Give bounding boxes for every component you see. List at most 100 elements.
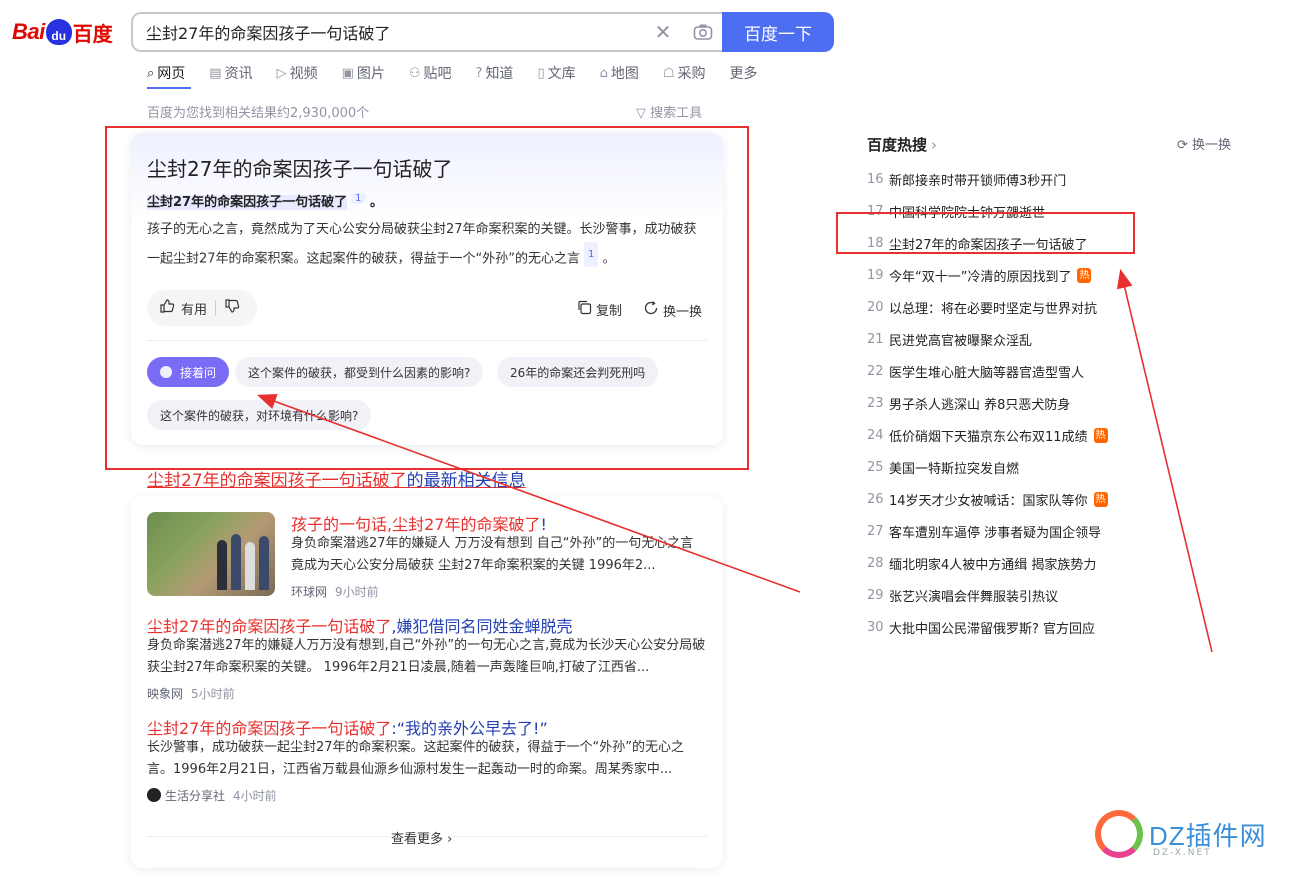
hot-item[interactable]: 30 大批中国公民滞留俄罗斯? 官方回应: [867, 611, 1108, 643]
news-time: 4小时前: [233, 789, 277, 803]
hot-item-text: 14岁天才少女被喊话：国家队等你: [889, 493, 1088, 509]
hot-item-text: 新郎接亲时带开锁师傅3秒开门: [889, 173, 1067, 189]
annotation-arrow: [1116, 268, 1213, 653]
hot-rank: 21: [867, 331, 884, 347]
hot-badge: 热: [1093, 491, 1108, 507]
hot-item-text: 缅北明家4人被中方通缉 揭家族势力: [889, 557, 1097, 573]
hot-item-text: 男子杀人逃深山 养8只恶犬防身: [889, 397, 1071, 413]
hot-item[interactable]: 27 客车遭别车逼停 涉事者疑为国企领导: [867, 515, 1108, 547]
result-count: 百度为您找到相关结果约2,930,000个: [147, 106, 370, 121]
hot-item-text: 张艺兴演唱会伴舞服装引热议: [889, 589, 1059, 605]
hot-rank: 25: [867, 459, 884, 475]
map-icon: ⌂: [599, 65, 608, 81]
tab-label: 视频: [289, 66, 318, 82]
hot-rank: 22: [867, 363, 884, 379]
baidu-logo[interactable]: Bai du 百度: [12, 14, 113, 50]
active-tab-indicator: [147, 87, 191, 89]
chevron-right-icon: ›: [931, 136, 938, 154]
refresh-icon: ⟳: [1177, 138, 1193, 153]
annotation-box: [836, 212, 1135, 254]
document-icon: ▯: [537, 65, 545, 81]
news-card: 孩子的一句话,尘封27年的命案破了! 身负命案潜逃27年的嫌疑人 万万没有想到 …: [131, 496, 723, 868]
hot-item[interactable]: 29 张艺兴演唱会伴舞服装引热议: [867, 579, 1108, 611]
search-tools-button[interactable]: ▽ 搜索工具: [636, 102, 702, 121]
news-title-rest: ,嫌犯借同名同姓金蝉脱壳: [391, 617, 573, 636]
hot-item-text: 以总理：将在必要时坚定与世界对抗: [889, 301, 1098, 317]
news-source[interactable]: 生活分享社: [165, 789, 225, 803]
tab-label: 更多: [729, 66, 758, 82]
hot-rank: 27: [867, 523, 884, 539]
search-tools-label: 搜索工具: [650, 106, 703, 121]
hot-item-text: 今年“双十一”冷清的原因找到了: [889, 269, 1072, 285]
tab-wenku[interactable]: ▯ 文库: [537, 64, 575, 83]
tab-purchase[interactable]: ☖ 采购: [662, 64, 706, 83]
annotation-box: [105, 126, 749, 470]
news-meta: 生活分享社 4小时前: [147, 787, 277, 804]
news-section-header[interactable]: 尘封27年的命案因孩子一句话破了的最新相关信息: [147, 466, 526, 491]
hot-refresh-button[interactable]: ⟳ 换一换: [1177, 134, 1231, 153]
news-title[interactable]: 孩子的一句话,尘封27年的命案破了!: [291, 511, 547, 535]
hot-refresh-label: 换一换: [1192, 138, 1232, 153]
tab-label: 知道: [485, 66, 514, 82]
watermark-text: DZ插件网: [1149, 820, 1267, 851]
tab-label: 采购: [677, 66, 706, 82]
hot-item[interactable]: 22 医学生堆心脏大脑等器官造型雪人: [867, 355, 1108, 387]
hot-item[interactable]: 26 14岁天才少女被喊话：国家队等你热: [867, 483, 1108, 515]
camera-icon[interactable]: [683, 14, 723, 50]
hot-item[interactable]: 24 低价硝烟下天猫京东公布双11成绩热: [867, 419, 1108, 451]
hot-item-text: 大批中国公民滞留俄罗斯? 官方回应: [889, 621, 1096, 637]
avatar: [147, 788, 161, 802]
news-time: 9小时前: [335, 585, 379, 599]
news-source[interactable]: 环球网: [291, 585, 327, 599]
dz-logo-icon: [1095, 810, 1143, 858]
news-source[interactable]: 映象网: [147, 687, 183, 701]
hot-rank: 28: [867, 555, 884, 571]
hot-search-title[interactable]: 百度热搜 ›: [867, 134, 937, 155]
news-snippet: 长沙警事，成功破获一起尘封27年的命案积案。这起案件的破获，得益于一个“外孙”的…: [147, 740, 685, 777]
shop-icon: ☖: [662, 65, 675, 81]
news-title-highlight: 尘封27年的命案因孩子一句话破了: [147, 617, 392, 636]
tab-tieba[interactable]: ⚇ 贴吧: [409, 64, 452, 83]
logo-cn-text: 百度: [72, 21, 113, 46]
news-snippet: 身负命案潜逃27年的嫌疑人万万没有想到,自己“外孙”的一句无心之言,竟成为长沙天…: [147, 638, 706, 675]
hot-item[interactable]: 20 以总理：将在必要时坚定与世界对抗: [867, 291, 1108, 323]
tab-more[interactable]: 更多: [730, 64, 758, 82]
hot-item[interactable]: 23 男子杀人逃深山 养8只恶犬防身: [867, 387, 1108, 419]
search-icon: ⌕: [147, 65, 155, 81]
hot-rank: 19: [867, 267, 884, 283]
hot-item-text: 美国一特斯拉突发自燃: [889, 461, 1020, 477]
tab-zhidao[interactable]: ? 知道: [476, 64, 514, 83]
hot-badge: 热: [1077, 267, 1092, 283]
filter-icon: ▽: [636, 106, 651, 121]
hot-rank: 30: [867, 619, 884, 635]
hot-item[interactable]: 19 今年“双十一”冷清的原因找到了热: [867, 259, 1108, 291]
news-title[interactable]: 尘封27年的命案因孩子一句话破了,嫌犯借同名同姓金蝉脱壳: [147, 613, 572, 637]
tab-news[interactable]: ▤ 资讯: [209, 64, 252, 83]
hot-item-text: 民进党高官被曝聚众淫乱: [889, 333, 1033, 349]
news-title-rest: :“我的亲外公早去了!”: [391, 719, 548, 738]
tab-images[interactable]: ▣ 图片: [341, 64, 385, 83]
clear-icon[interactable]: ✕: [643, 14, 683, 50]
news-title[interactable]: 尘封27年的命案因孩子一句话破了:“我的亲外公早去了!”: [147, 715, 548, 739]
search-box[interactable]: 尘封27年的命案因孩子一句话破了 ✕: [131, 12, 723, 52]
hot-item[interactable]: 16 新郎接亲时带开锁师傅3秒开门: [867, 163, 1108, 195]
view-more-button[interactable]: 查看更多 ›: [391, 828, 453, 847]
news-thumbnail[interactable]: [147, 512, 275, 596]
hot-item[interactable]: 21 民进党高官被曝聚众淫乱: [867, 323, 1108, 355]
news-time: 5小时前: [191, 687, 235, 701]
tab-web[interactable]: ⌕ 网页: [147, 64, 185, 83]
tab-video[interactable]: ▷ 视频: [277, 64, 318, 83]
hot-item[interactable]: 25 美国一特斯拉突发自燃: [867, 451, 1108, 483]
news-meta: 环球网 9小时前: [291, 583, 379, 600]
paw-icon: du: [45, 19, 72, 45]
hot-item[interactable]: 28 缅北明家4人被中方通缉 揭家族势力: [867, 547, 1108, 579]
search-button[interactable]: 百度一下: [722, 12, 834, 52]
hot-title-label: 百度热搜: [867, 136, 928, 154]
search-input[interactable]: 尘封27年的命案因孩子一句话破了: [146, 20, 643, 44]
hot-rank: 23: [867, 395, 884, 411]
tab-map[interactable]: ⌂ 地图: [599, 64, 639, 83]
image-icon: ▣: [341, 65, 354, 81]
hot-item-text: 医学生堆心脏大脑等器官造型雪人: [889, 365, 1085, 381]
tab-label: 图片: [356, 66, 385, 82]
news-header-highlight: 尘封27年的命案因孩子一句话破了: [147, 471, 407, 491]
